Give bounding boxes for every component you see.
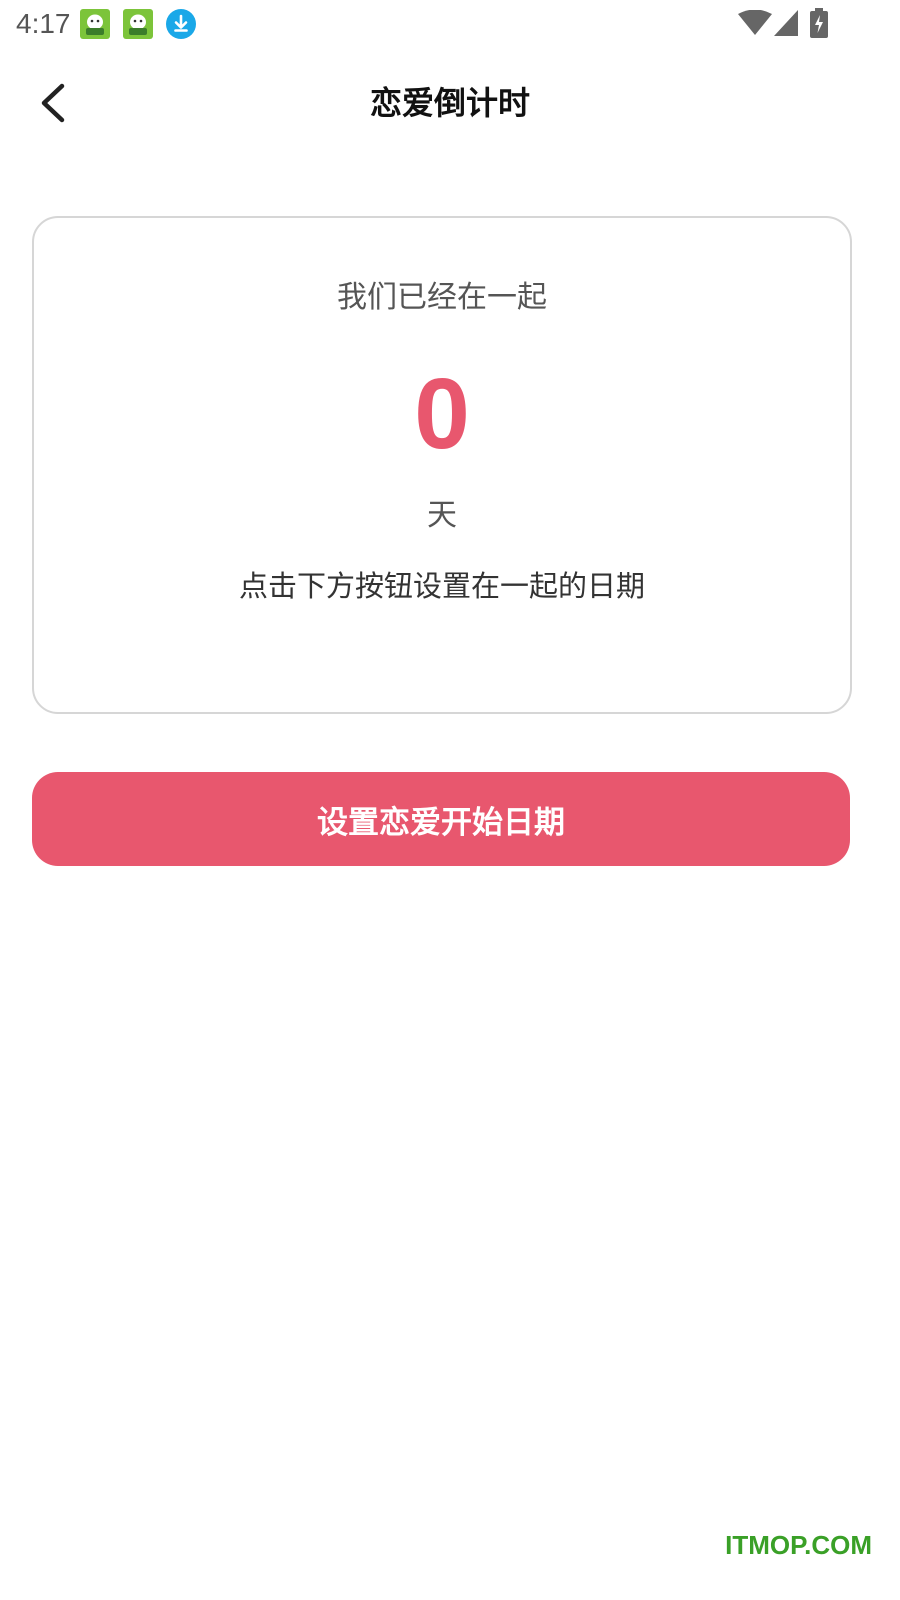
app-mascot-icon (123, 9, 153, 39)
days-together-card: 我们已经在一起 0 天 点击下方按钮设置在一起的日期 (32, 216, 852, 714)
days-unit-label: 天 (427, 498, 457, 533)
card-hint: 点击下方按钮设置在一起的日期 (238, 569, 645, 603)
status-time: 4:17 (16, 8, 71, 39)
battery-charging-icon (810, 8, 828, 38)
set-start-date-button[interactable]: 设置恋爱开始日期 (32, 772, 850, 866)
app-mascot-icon (80, 9, 110, 39)
back-button[interactable] (30, 80, 80, 126)
watermark: ITMOP.COM (725, 1530, 872, 1560)
status-bar: 4:17 (0, 0, 900, 48)
page-title: 恋爱倒计时 (369, 84, 530, 122)
cellular-signal-icon (774, 10, 798, 36)
download-icon (166, 9, 196, 39)
card-subtitle: 我们已经在一起 (337, 280, 547, 315)
wifi-icon (738, 10, 772, 35)
days-count: 0 (414, 358, 470, 470)
chevron-left-icon (41, 83, 65, 123)
